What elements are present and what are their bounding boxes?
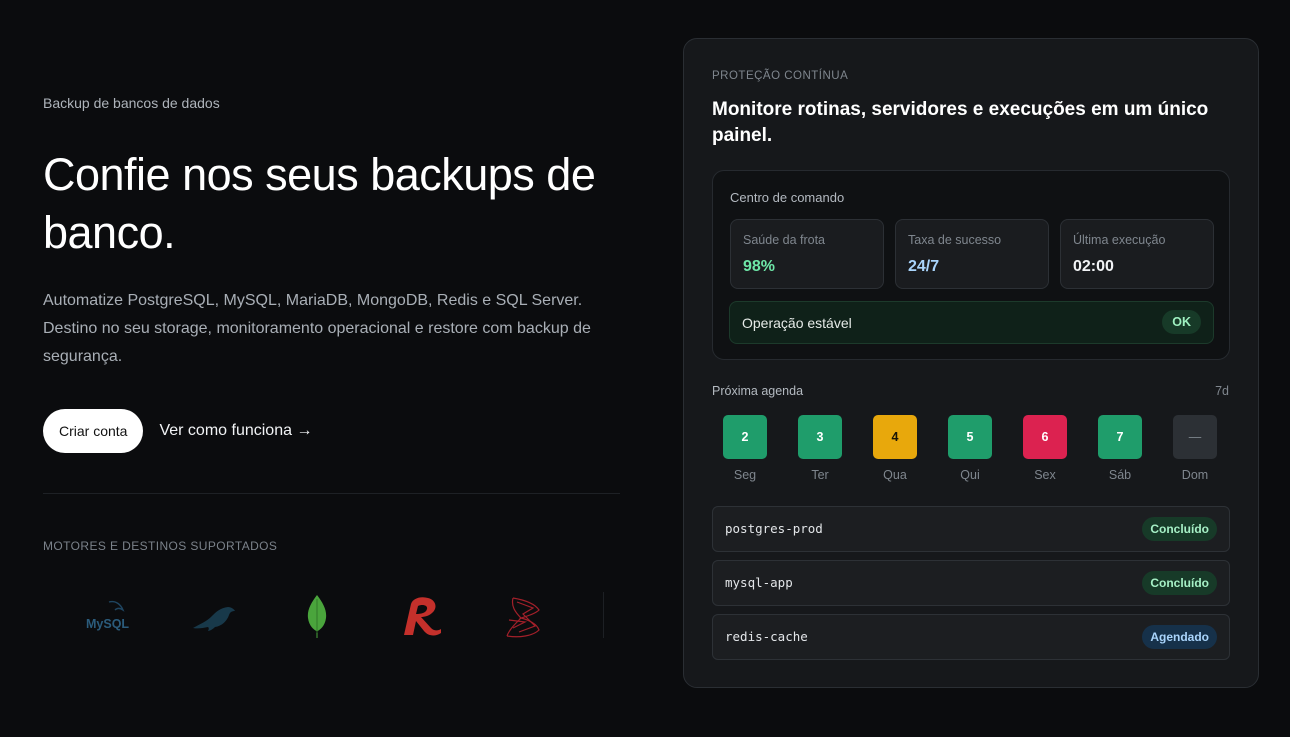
job-status-badge: Concluído — [1142, 517, 1217, 541]
metric-value: 98% — [743, 258, 776, 275]
mysql-logo-icon: MySQL — [86, 600, 129, 631]
day-number: 2 — [723, 415, 767, 459]
job-row[interactable]: redis-cache Agendado — [712, 614, 1230, 660]
day-number: 7 — [1098, 415, 1142, 459]
landing-page: Backup de bancos de dados Confie nos seu… — [0, 0, 1290, 737]
day-number: 6 — [1023, 415, 1067, 459]
day-number: 5 — [948, 415, 992, 459]
job-name: mysql-app — [725, 575, 793, 590]
mariadb-logo — [189, 588, 239, 644]
metric-label: Última execução — [1073, 233, 1166, 247]
cta-row: Criar conta Ver como funciona → — [43, 409, 312, 453]
sql-server-logo — [498, 588, 548, 644]
hero-title: Confie nos seus backups de banco. — [43, 149, 596, 258]
day-name: Ter — [811, 468, 829, 482]
agenda-label: Próxima agenda — [712, 384, 804, 398]
agenda-day[interactable]: 2 Seg — [723, 415, 767, 482]
logos-edge-separator — [603, 592, 604, 638]
card-title: Monitore rotinas, servidores e execuções… — [712, 99, 1209, 146]
engine-logos: MySQL — [43, 588, 623, 644]
redis-logo-icon — [404, 597, 441, 636]
command-center-label: Centro de comando — [730, 190, 845, 205]
hero-eyebrow: Backup de bancos de dados — [43, 95, 220, 111]
see-how-it-works-link[interactable]: Ver como funciona → — [159, 422, 312, 440]
day-number: 4 — [873, 415, 917, 459]
job-row[interactable]: mysql-app Concluído — [712, 560, 1230, 606]
operation-status: Operação estável OK — [729, 301, 1214, 344]
monitoring-card: PROTEÇÃO CONTÍNUA Monitore rotinas, serv… — [683, 38, 1259, 688]
job-status-badge: Concluído — [1142, 571, 1217, 595]
card-eyebrow: PROTEÇÃO CONTÍNUA — [712, 70, 849, 82]
metric-value: 02:00 — [1073, 258, 1114, 275]
metric-label: Taxa de sucesso — [908, 233, 1002, 247]
agenda-days: 2 Seg 3 Ter 4 Qua 5 Qui 6 Sex 7 Sáb — Do… — [723, 415, 1223, 485]
engines-label: MOTORES E DESTINOS SUPORTADOS — [43, 539, 278, 553]
mongodb-leaf-icon — [307, 595, 327, 638]
day-name: Dom — [1181, 468, 1209, 482]
day-name: Seg — [733, 468, 757, 482]
metric-fleet-health: Saúde da frota 98% — [730, 219, 884, 289]
agenda-day[interactable]: 5 Qui — [948, 415, 992, 482]
agenda-day[interactable]: 6 Sex — [1023, 415, 1067, 482]
day-name: Sex — [1034, 468, 1056, 482]
status-badge: OK — [1162, 310, 1201, 334]
mongodb-logo — [303, 588, 331, 644]
agenda-range: 7d — [1215, 384, 1229, 398]
metric-last-run: Última execução 02:00 — [1060, 219, 1214, 289]
job-name: postgres-prod — [725, 521, 823, 536]
operation-status-text: Operação estável — [742, 315, 852, 331]
hero-description: Automatize PostgreSQL, MySQL, MariaDB, M… — [43, 292, 591, 365]
hero-divider — [43, 493, 620, 494]
job-row[interactable]: postgres-prod Concluído — [712, 506, 1230, 552]
day-number: 3 — [798, 415, 842, 459]
metric-label: Saúde da frota — [743, 233, 826, 247]
day-name: Sáb — [1108, 468, 1132, 482]
agenda-day[interactable]: 4 Qua — [873, 415, 917, 482]
sql-server-icon — [506, 597, 540, 638]
job-status-badge: Agendado — [1142, 625, 1217, 649]
job-name: redis-cache — [725, 629, 808, 644]
redis-logo — [396, 588, 446, 644]
day-name: Qua — [883, 468, 907, 482]
mysql-logo: MySQL — [83, 588, 133, 644]
agenda-day[interactable]: 7 Sáb — [1098, 415, 1142, 482]
metric-success-rate: Taxa de sucesso 24/7 — [895, 219, 1049, 289]
agenda-day[interactable]: 3 Ter — [798, 415, 842, 482]
command-center: Centro de comando Saúde da frota 98% Tax… — [712, 170, 1230, 360]
job-list: postgres-prod Concluído mysql-app Conclu… — [712, 506, 1230, 668]
day-number: — — [1173, 415, 1217, 459]
metric-value: 24/7 — [908, 258, 940, 275]
mysql-logo-text: MySQL — [86, 617, 129, 631]
day-name: Qui — [960, 468, 980, 482]
agenda-day[interactable]: — Dom — [1173, 415, 1217, 482]
create-account-button[interactable]: Criar conta — [43, 409, 144, 453]
mariadb-seal-icon — [193, 607, 235, 631]
